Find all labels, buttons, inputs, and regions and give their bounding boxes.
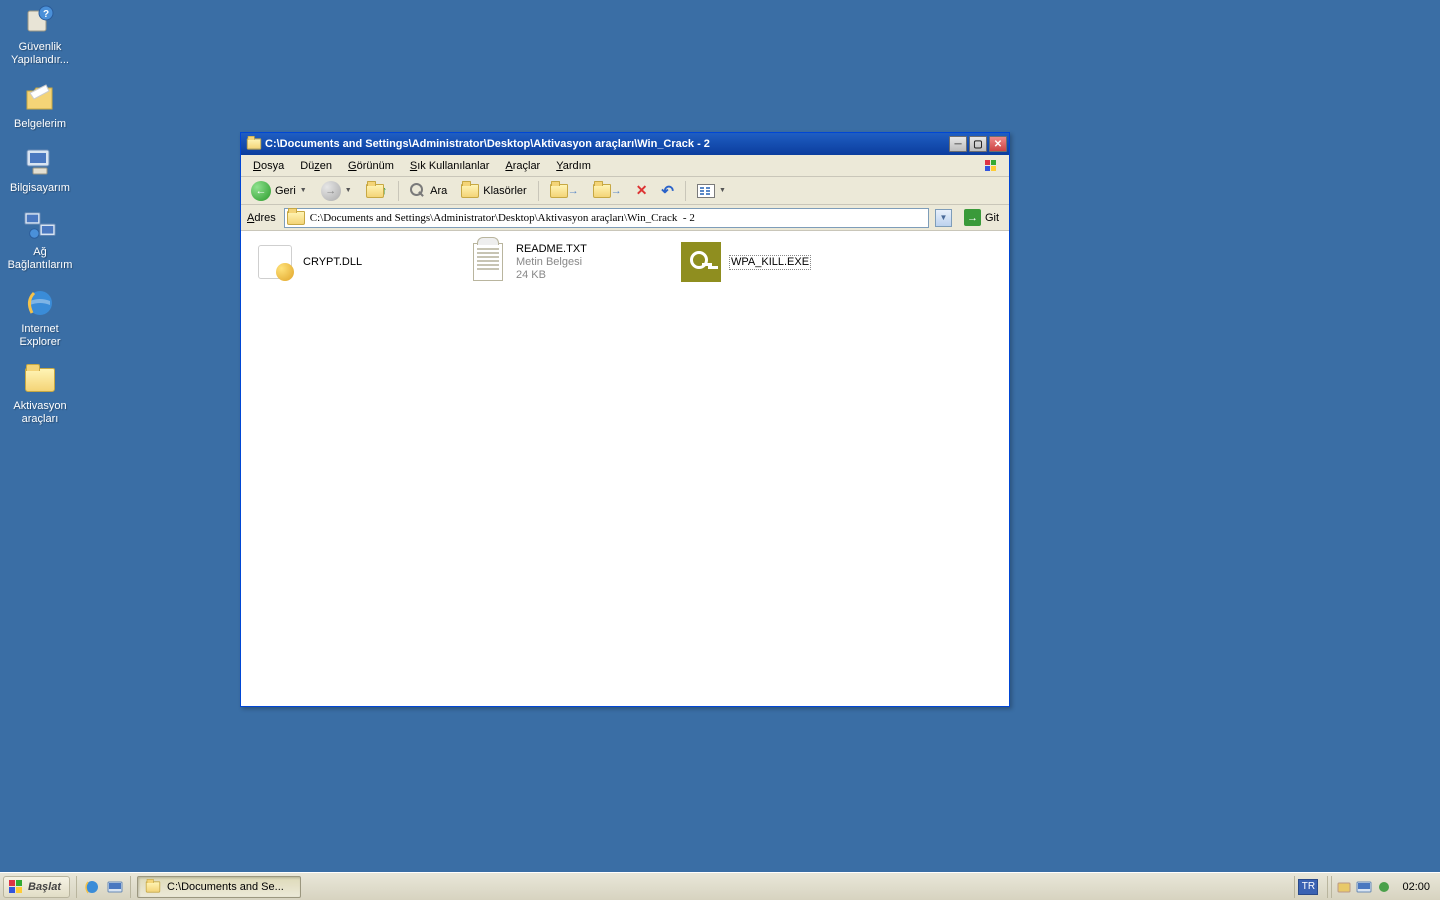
window-title: C:\Documents and Settings\Administrator\… [265,138,710,150]
file-name: README.TXT [516,243,587,256]
quick-launch-ie[interactable] [82,877,102,897]
desktop-icon-security[interactable]: ? Güvenlik Yapılandır... [2,4,78,67]
undo-button[interactable]: ↶ [655,180,680,202]
copy-to-button[interactable]: → [587,180,628,202]
desktop-icon-label: Internet Explorer [2,323,78,349]
close-button[interactable]: ✕ [989,136,1007,152]
views-icon [697,184,715,198]
move-to-button[interactable]: → [544,180,585,202]
my-computer-icon [23,145,57,179]
forward-button[interactable]: →▼ [315,180,358,202]
folder-open-icon [245,137,261,151]
dll-icon [255,242,295,282]
clock[interactable]: 02:00 [1396,881,1440,893]
start-button[interactable]: Başlat [3,876,70,898]
desktop-icon-label: Ağ Bağlantılarım [2,246,78,272]
chevron-down-icon: ▼ [345,187,352,194]
folder-icon [23,363,57,397]
up-button[interactable]: ↑ [360,180,394,202]
file-item-exe[interactable]: WPA_KILL.EXE [679,240,884,284]
menu-favorites[interactable]: Sık Kullanılanlar [402,158,498,174]
desktop-icon-network[interactable]: Ağ Bağlantılarım [2,209,78,272]
folders-icon [461,184,479,198]
file-name: WPA_KILL.EXE [729,255,811,270]
chevron-down-icon: ▼ [719,187,726,194]
up-folder-icon [366,184,384,198]
delete-icon: ✕ [636,182,648,199]
chevron-down-icon: ▼ [300,187,307,194]
desktop-icon-folder[interactable]: Aktivasyon araçları [2,363,78,426]
folder-open-icon [146,881,160,892]
go-arrow-icon: → [964,209,981,226]
windows-flag-icon [983,158,1005,174]
address-field[interactable] [284,208,929,228]
system-tray: TR 02:00 [1291,873,1440,900]
menu-edit[interactable]: Düzen [292,158,340,174]
explorer-window: C:\Documents and Settings\Administrator\… [240,132,1010,707]
desktop-icon-label: Belgelerim [14,118,66,131]
quick-launch-desktop[interactable] [105,877,125,897]
menu-help[interactable]: Yardım [548,158,599,174]
desktop-icon-documents[interactable]: Belgelerim [2,81,78,131]
go-button[interactable]: → Git [958,208,1005,228]
file-size: 24 KB [516,269,587,282]
txt-icon [468,242,508,282]
search-button[interactable]: Ara [404,180,453,202]
quick-launch [80,877,127,897]
file-type: Metin Belgesi [516,256,587,269]
views-button[interactable]: ▼ [691,180,732,202]
tray-icon-1[interactable] [1336,879,1352,895]
file-item-dll[interactable]: CRYPT.DLL [253,240,458,284]
tray-icon-2[interactable] [1356,879,1372,895]
delete-button[interactable]: ✕ [630,180,654,202]
desktop-icon-computer[interactable]: Bilgisayarım [2,145,78,195]
taskbar: Başlat C:\Documents and Se... TR 02:00 [0,872,1440,900]
windows-logo-icon [8,879,24,895]
desktop-icon-label: Bilgisayarım [10,182,70,195]
key-icon [690,251,712,273]
search-icon [410,183,426,199]
desktop-icon-label: Aktivasyon araçları [2,400,78,426]
file-name: CRYPT.DLL [303,256,362,269]
address-label: Adres [245,212,278,224]
taskbar-item-explorer[interactable]: C:\Documents and Se... [137,876,301,898]
menu-view[interactable]: Görünüm [340,158,402,174]
forward-arrow-icon: → [321,181,341,201]
ie-icon [23,286,57,320]
copy-to-icon [593,184,611,198]
network-icon [23,209,57,243]
my-documents-icon [23,81,57,115]
folder-open-icon [287,211,305,225]
desktop-icon-ie[interactable]: Internet Explorer [2,286,78,349]
folders-button[interactable]: Klasörler [455,180,532,202]
tray-icon-3[interactable] [1376,879,1392,895]
back-arrow-icon: ← [251,181,271,201]
maximize-button[interactable]: ▢ [969,136,987,152]
desktop-icon-label: Güvenlik Yapılandır... [2,41,78,67]
file-item-txt[interactable]: README.TXT Metin Belgesi 24 KB [466,240,671,284]
svg-text:?: ? [43,9,49,20]
menubar: Dosya Düzen Görünüm Sık Kullanılanlar Ar… [241,155,1009,177]
file-list[interactable]: CRYPT.DLL README.TXT Metin Belgesi 24 KB… [241,231,1009,706]
menu-tools[interactable]: Araçlar [497,158,548,174]
move-to-icon [550,184,568,198]
exe-icon [681,242,721,282]
titlebar[interactable]: C:\Documents and Settings\Administrator\… [241,133,1009,155]
address-bar: Adres ▼ → Git [241,205,1009,231]
address-input[interactable] [310,212,926,224]
minimize-button[interactable]: ─ [949,136,967,152]
toolbar: ←Geri▼ →▼ ↑ Ara Klasörler → → ✕ ↶ ▼ [241,177,1009,205]
undo-icon: ↶ [661,182,674,200]
language-indicator[interactable]: TR [1298,879,1318,895]
menu-file[interactable]: Dosya [245,158,292,174]
desktop-icons: ? Güvenlik Yapılandır... Belgelerim Bilg… [2,4,78,426]
back-button[interactable]: ←Geri▼ [245,180,313,202]
address-dropdown[interactable]: ▼ [935,209,952,227]
security-config-icon: ? [23,4,57,38]
